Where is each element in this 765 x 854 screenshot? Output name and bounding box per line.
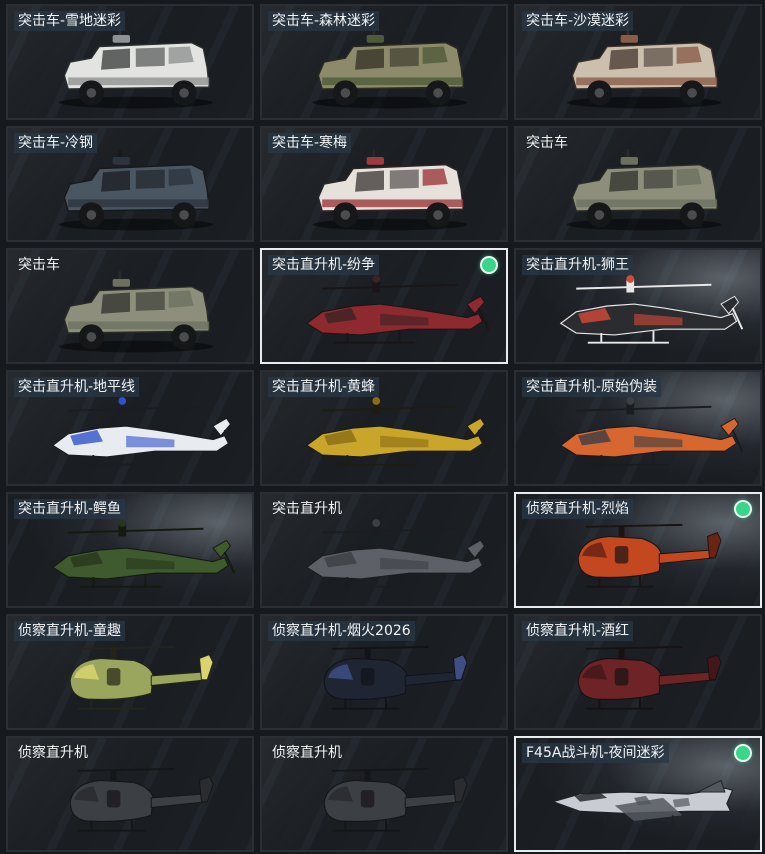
- skin-card[interactable]: 突击直升机-黄蜂: [260, 370, 508, 486]
- skin-name-label: 侦察直升机: [272, 745, 342, 761]
- skin-card[interactable]: 突击车-森林迷彩: [260, 4, 508, 120]
- skin-name-label: 突击直升机-鳄鱼: [14, 499, 126, 519]
- skin-card[interactable]: 突击车-寒梅: [260, 126, 508, 242]
- skin-card[interactable]: 突击车-沙漠迷彩: [514, 4, 762, 120]
- skin-name-label: 突击直升机: [272, 501, 342, 517]
- skin-card[interactable]: 突击直升机-鳄鱼: [6, 492, 254, 608]
- skin-card[interactable]: 侦察直升机-酒红: [514, 614, 762, 730]
- skin-card[interactable]: 侦察直升机-童趣: [6, 614, 254, 730]
- skin-name-label: 侦察直升机-酒红: [522, 621, 634, 641]
- skin-name-label: 侦察直升机-烈焰: [522, 499, 634, 519]
- skin-name-label: 突击车-雪地迷彩: [14, 11, 126, 31]
- skin-card[interactable]: F45A战斗机-夜间迷彩: [514, 736, 762, 852]
- skin-name-label: 突击车-森林迷彩: [268, 11, 380, 31]
- skin-card[interactable]: 突击直升机-狮王: [514, 248, 762, 364]
- equipped-indicator-icon: [480, 256, 498, 274]
- skin-card[interactable]: 突击直升机-地平线: [6, 370, 254, 486]
- skin-name-label: 突击车-沙漠迷彩: [522, 11, 634, 31]
- skin-card[interactable]: 突击车-雪地迷彩: [6, 4, 254, 120]
- skin-card[interactable]: 突击直升机-纷争: [260, 248, 508, 364]
- skin-card[interactable]: 侦察直升机-烈焰: [514, 492, 762, 608]
- skin-name-label: 突击车: [18, 257, 60, 273]
- skin-name-label: 侦察直升机-童趣: [14, 621, 126, 641]
- skin-name-label: 突击直升机-黄蜂: [268, 377, 380, 397]
- skin-card[interactable]: 突击直升机: [260, 492, 508, 608]
- equipped-indicator-icon: [734, 500, 752, 518]
- skin-name-label: 突击直升机-原始伪装: [522, 377, 662, 397]
- skin-name-label: 侦察直升机-烟火2026: [268, 621, 415, 641]
- skin-card[interactable]: 侦察直升机: [260, 736, 508, 852]
- skin-card[interactable]: 侦察直升机-烟火2026: [260, 614, 508, 730]
- equipped-indicator-icon: [734, 744, 752, 762]
- skin-card[interactable]: 突击车: [514, 126, 762, 242]
- skin-name-label: 突击直升机-地平线: [14, 377, 140, 397]
- skin-grid: 突击车-雪地迷彩 突击车-森林迷彩 突击车-沙漠迷彩 突击车-冷钢 突击车-寒梅…: [6, 4, 762, 852]
- skin-card[interactable]: 突击车-冷钢: [6, 126, 254, 242]
- skin-card[interactable]: 突击车: [6, 248, 254, 364]
- skin-name-label: 突击车-寒梅: [268, 133, 352, 153]
- skin-card[interactable]: 侦察直升机: [6, 736, 254, 852]
- skin-name-label: F45A战斗机-夜间迷彩: [522, 743, 669, 763]
- skin-name-label: 突击直升机-纷争: [268, 255, 380, 275]
- skin-name-label: 突击车: [526, 135, 568, 151]
- skin-card[interactable]: 突击直升机-原始伪装: [514, 370, 762, 486]
- skin-name-label: 突击车-冷钢: [14, 133, 98, 153]
- skin-name-label: 突击直升机-狮王: [522, 255, 634, 275]
- skin-name-label: 侦察直升机: [18, 745, 88, 761]
